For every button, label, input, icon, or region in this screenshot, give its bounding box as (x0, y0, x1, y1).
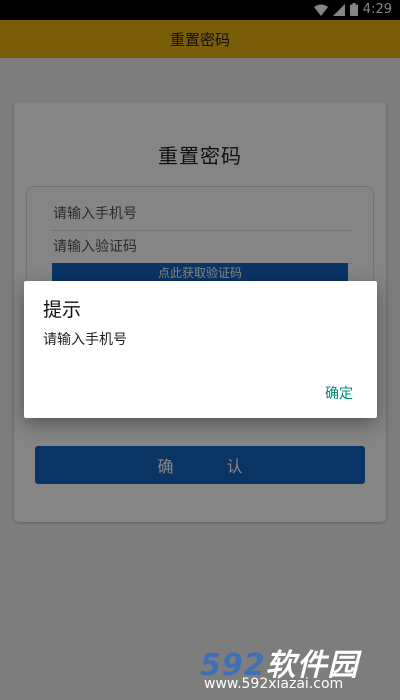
dialog-ok-button[interactable]: 确定 (325, 383, 353, 403)
watermark-url: www.592xiazai.com (204, 676, 344, 692)
dialog-title: 提示 (43, 299, 82, 321)
alert-dialog: 提示 请输入手机号 确定 (24, 281, 377, 418)
dialog-message: 请输入手机号 (43, 332, 127, 348)
watermark: 592软件园 www.592xiazai.com (200, 640, 392, 700)
